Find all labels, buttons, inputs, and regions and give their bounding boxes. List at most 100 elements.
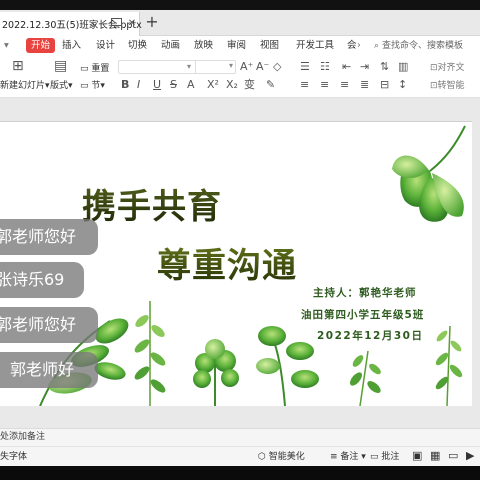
comment-text: 张诗乐69 (0, 270, 65, 289)
align-text-button[interactable]: ⊡对齐文 (430, 62, 465, 74)
menu-tab-design[interactable]: 设计 (96, 39, 115, 53)
chevron-down-icon: ▾ (228, 61, 233, 70)
text-effect-icon[interactable]: 变 (244, 79, 255, 91)
align-text-label: 对齐文 (437, 63, 465, 73)
slide-host[interactable]: 主持人：郭艳华老师 (313, 285, 417, 300)
bullet-list-icon[interactable]: ☰ (300, 61, 310, 73)
convert-icon: ⊡ (430, 81, 438, 91)
command-search[interactable]: ⌕ 查找命令、搜索模板 (374, 38, 480, 54)
align-text-icon: ⊡ (430, 63, 438, 73)
section-icon: ▭ (80, 81, 92, 91)
chevron-down-icon: ▾ (358, 452, 366, 462)
annotate-label: 批注 (381, 452, 400, 462)
monitor-icon[interactable] (110, 18, 122, 30)
annotate-button[interactable]: ▭ 批注 (370, 451, 399, 463)
ribbon-menu: ▾ 开始 插入 设计 切换 动画 放映 审阅 视图 开发工具 会 › ⌕ 查找命令… (0, 36, 480, 56)
menu-tab-animation[interactable]: 动画 (161, 39, 180, 53)
reset-icon: ▭ (80, 64, 92, 74)
menu-tab-member[interactable]: 会 (347, 39, 357, 53)
new-tab-button[interactable]: + (145, 13, 159, 31)
align-center-icon[interactable]: ≡ (320, 79, 329, 91)
slide-title-line2[interactable]: 尊重沟通 (157, 238, 297, 287)
indent-increase-icon[interactable]: ⇥ (360, 61, 369, 73)
align-left-icon[interactable]: ≡ (300, 79, 309, 91)
comment-bubble: 郭老师好 (0, 352, 98, 388)
missing-font-status[interactable]: 失字体 (0, 451, 27, 463)
layout-button[interactable]: 版式▾ (50, 80, 73, 92)
screen-bottom-band (0, 466, 480, 480)
decrease-font-icon[interactable]: A⁻ (256, 61, 269, 73)
increase-font-icon[interactable]: A⁺ (240, 61, 253, 73)
indent-decrease-icon[interactable]: ⇤ (342, 61, 351, 73)
clear-format-icon[interactable]: ◇ (273, 61, 281, 73)
comment-text: 郭老师好 (10, 360, 75, 379)
convert-smartart-button[interactable]: ⊡转智能 (430, 80, 465, 92)
new-slide-label: 新建幻灯片 (0, 81, 46, 91)
smart-beautify-label: 智能美化 (268, 452, 305, 462)
underline-icon[interactable]: U (153, 79, 161, 91)
align-right-icon[interactable]: ≡ (340, 79, 349, 91)
slideshow-icon[interactable]: ▶ (466, 450, 474, 462)
new-slide-icon[interactable]: ⊞ (12, 59, 24, 73)
slide-date[interactable]: 2022年12月30日 (317, 328, 423, 343)
comment-icon: ▭ (370, 452, 382, 462)
menu-more-icon[interactable]: › (357, 39, 361, 53)
normal-view-icon[interactable]: ▣ (412, 450, 422, 462)
layout-icon[interactable]: ▤ (54, 59, 67, 73)
reset-button[interactable]: ▭ 重置 (80, 63, 109, 75)
reading-view-icon[interactable]: ▭ (448, 450, 458, 462)
layout-label: 版式 (50, 81, 69, 91)
menu-tab-view[interactable]: 视图 (260, 39, 279, 53)
font-color-icon[interactable]: A (187, 79, 195, 91)
convert-smartart-label: 转智能 (437, 81, 465, 91)
comment-bubble: 郭老师您好 (0, 307, 98, 343)
section-button[interactable]: ▭ 节▾ (80, 80, 105, 92)
bold-icon[interactable]: B (121, 79, 129, 91)
italic-icon[interactable]: I (137, 79, 140, 91)
strikethrough-icon[interactable]: S (170, 79, 177, 91)
distribute-icon[interactable]: ⊟ (380, 79, 389, 91)
columns-icon[interactable]: ▥ (398, 61, 408, 73)
slide-school[interactable]: 油田第四小学五年级5班 (301, 307, 424, 322)
menu-tab-transitions[interactable]: 切换 (128, 39, 147, 53)
window-top-band (0, 0, 480, 10)
menu-tab-start[interactable]: 开始 (26, 38, 56, 53)
beautify-icon: ⬡ (258, 452, 269, 462)
document-tab[interactable]: 2022.12.30五(5)班家长会.pptx ✕ (0, 12, 142, 36)
status-bar: 失字体 ⬡ 智能美化 ≡ 备注 ▾ ▭ 批注 ▣ ▦ ▭ ▶ (0, 446, 480, 466)
section-label: 节 (91, 81, 101, 91)
new-slide-button[interactable]: 新建幻灯片▾ (0, 80, 50, 92)
numbered-list-icon[interactable]: ☷ (320, 61, 330, 73)
text-direction-icon[interactable]: ⇅ (380, 61, 389, 73)
font-size-select[interactable]: ▾ (195, 60, 236, 74)
justify-icon[interactable]: ≣ (360, 79, 369, 91)
menu-tab-review[interactable]: 审阅 (227, 39, 246, 53)
slide-title-line1[interactable]: 携手共育 (82, 179, 222, 228)
line-spacing-icon[interactable]: ↕ (398, 79, 407, 91)
comment-text: 郭老师您好 (0, 227, 77, 246)
command-search-placeholder: 查找命令、搜索模板 (382, 41, 464, 51)
comment-bubble: 郭老师您好 (0, 219, 98, 255)
grid-view-icon[interactable]: ▦ (430, 450, 440, 462)
comment-bubble: 张诗乐69 (0, 262, 84, 298)
menu-tab-insert[interactable]: 插入 (62, 39, 81, 53)
menu-dropdown-icon[interactable]: ▾ (4, 39, 9, 53)
comment-text: 郭老师您好 (0, 315, 77, 334)
document-tab-bar: 2022.12.30五(5)班家长会.pptx ✕ + (0, 10, 480, 36)
notes-label: 备注 (340, 452, 359, 462)
menu-tab-slideshow[interactable]: 放映 (194, 39, 213, 53)
home-toolbar: ⊞ 新建幻灯片▾ ▤ 版式▾ ▭ 重置 ▭ 节▾ ▾ ▾ A⁺ A⁻ ◇ B I… (0, 56, 480, 98)
ginkgo-leaves (392, 125, 466, 222)
smart-beautify-button[interactable]: ⬡ 智能美化 (258, 451, 305, 463)
notes-button[interactable]: ≡ 备注 ▾ (330, 451, 366, 463)
notes-icon: ≡ (330, 452, 341, 462)
search-icon: ⌕ (374, 41, 380, 51)
reset-label: 重置 (91, 64, 110, 74)
subscript-icon[interactable]: X₂ (226, 79, 238, 91)
notes-pane[interactable]: 处添加备注 (0, 428, 480, 446)
superscript-icon[interactable]: X² (207, 79, 219, 91)
menu-tab-developer[interactable]: 开发工具 (296, 39, 334, 53)
notes-placeholder: 处添加备注 (0, 432, 46, 442)
highlight-icon[interactable]: ✎ (266, 79, 275, 91)
close-tab-icon[interactable]: ✕ (126, 18, 138, 30)
